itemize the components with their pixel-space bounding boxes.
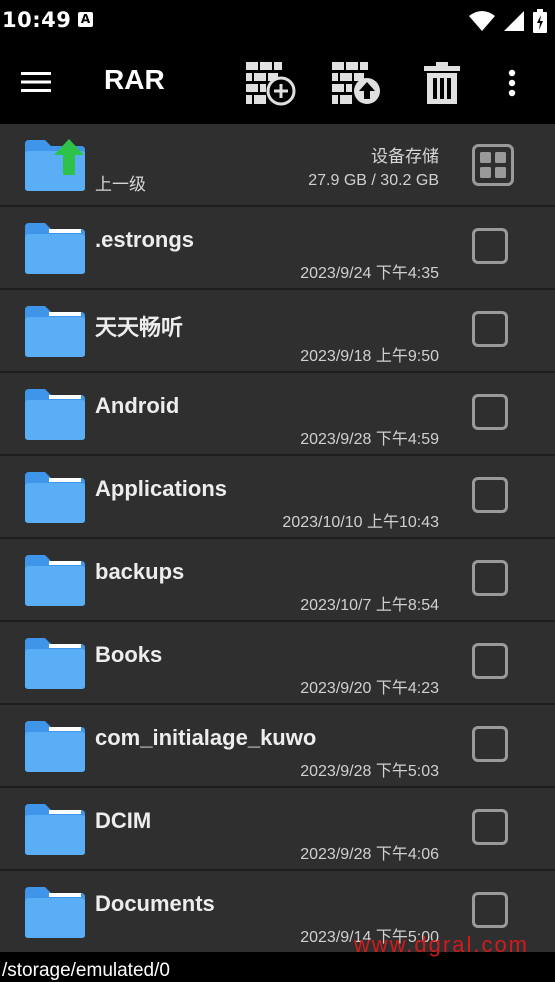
select-checkbox[interactable]	[472, 560, 508, 596]
notification-icon: A	[78, 12, 93, 27]
file-row[interactable]: Applications 2023/10/10 上午10:43	[0, 456, 555, 539]
status-bar: 10:49 A	[0, 0, 555, 42]
file-rows: .estrongs 2023/9/24 下午4:35 天天畅听 2023/9/18 上…	[0, 207, 555, 952]
delete-button[interactable]	[414, 56, 470, 110]
extract-button[interactable]	[328, 56, 384, 110]
app-title: RAR	[104, 64, 165, 95]
file-name: com_initialage_kuwo	[95, 725, 317, 750]
file-date: 2023/9/20 下午4:23	[300, 680, 439, 697]
folder-icon	[25, 887, 85, 938]
folder-up-icon	[25, 139, 85, 191]
current-path: /storage/emulated/0	[2, 960, 170, 981]
file-name: Books	[95, 642, 163, 667]
folder-icon	[25, 306, 85, 357]
signal-icon	[504, 11, 524, 31]
toolbar: RAR	[0, 42, 555, 124]
wifi-icon	[469, 11, 495, 31]
folder-icon	[25, 389, 85, 440]
folder-icon	[25, 472, 85, 523]
select-checkbox[interactable]	[472, 228, 508, 264]
file-date: 2023/9/28 下午4:06	[300, 846, 439, 863]
file-date: 2023/10/7 上午8:54	[300, 597, 439, 614]
folder-icon	[25, 223, 85, 274]
select-checkbox[interactable]	[472, 643, 508, 679]
file-name: 天天畅听	[95, 315, 184, 340]
storage-size: 27.9 GB / 30.2 GB	[308, 172, 439, 189]
parent-folder-row[interactable]: 上一级 设备存储 27.9 GB / 30.2 GB	[0, 124, 555, 207]
file-date: 2023/9/28 下午5:03	[300, 763, 439, 780]
add-to-archive-icon	[246, 62, 296, 106]
add-to-archive-button[interactable]	[242, 56, 298, 110]
folder-icon	[25, 804, 85, 855]
file-date: 2023/9/28 下午4:59	[300, 431, 439, 448]
delete-icon	[424, 62, 460, 104]
folder-icon	[25, 638, 85, 689]
file-row[interactable]: Android 2023/9/28 下午4:59	[0, 373, 555, 456]
file-row[interactable]: com_initialage_kuwo 2023/9/28 下午5:03	[0, 705, 555, 788]
storage-label: 设备存储	[371, 147, 439, 167]
extract-icon	[332, 62, 380, 104]
folder-icon	[25, 555, 85, 606]
battery-icon	[533, 9, 547, 33]
status-time: 10:49	[2, 8, 72, 32]
file-date: 2023/10/10 上午10:43	[282, 514, 439, 531]
file-row[interactable]: DCIM 2023/9/28 下午4:06	[0, 788, 555, 871]
select-checkbox[interactable]	[472, 394, 508, 430]
select-checkbox[interactable]	[472, 809, 508, 845]
file-name: .estrongs	[95, 227, 195, 252]
file-name: DCIM	[95, 808, 152, 833]
file-row[interactable]: .estrongs 2023/9/24 下午4:35	[0, 207, 555, 290]
select-checkbox[interactable]	[472, 477, 508, 513]
status-icons	[469, 8, 547, 34]
file-row[interactable]: backups 2023/10/7 上午8:54	[0, 539, 555, 622]
parent-folder-label: 上一级	[95, 175, 146, 195]
select-checkbox[interactable]	[472, 311, 508, 347]
file-row[interactable]: Books 2023/9/20 下午4:23	[0, 622, 555, 705]
select-all-grid-icon[interactable]	[472, 144, 514, 186]
file-row[interactable]: 天天畅听 2023/9/18 上午9:50	[0, 290, 555, 373]
menu-button[interactable]	[16, 62, 56, 102]
folder-icon	[25, 721, 85, 772]
file-name: Android	[95, 393, 180, 418]
more-vert-icon	[508, 69, 516, 97]
menu-icon	[21, 72, 51, 92]
select-checkbox[interactable]	[472, 892, 508, 928]
file-list: 上一级 设备存储 27.9 GB / 30.2 GB .estrongs 2023…	[0, 124, 555, 952]
select-checkbox[interactable]	[472, 726, 508, 762]
file-name: Documents	[95, 891, 215, 916]
file-date: 2023/9/24 下午4:35	[300, 265, 439, 282]
more-options-button[interactable]	[486, 56, 538, 110]
file-name: Applications	[95, 476, 228, 501]
watermark: www.dgral.com	[353, 932, 529, 957]
file-name: backups	[95, 559, 185, 584]
file-date: 2023/9/18 上午9:50	[300, 348, 439, 365]
